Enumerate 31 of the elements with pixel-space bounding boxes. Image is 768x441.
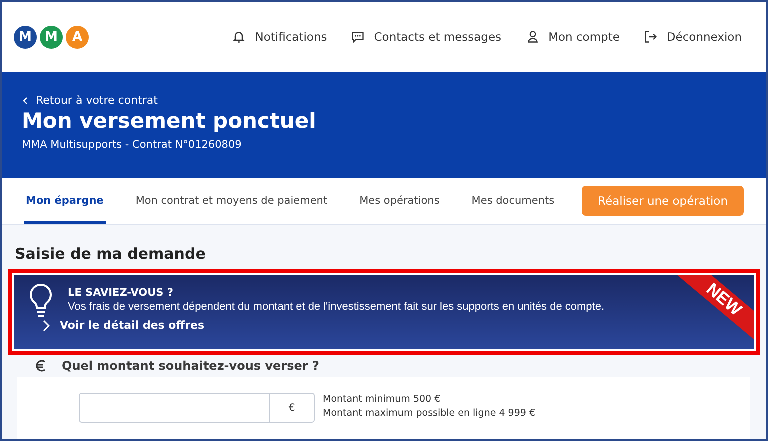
chevron-left-icon [22,96,28,104]
offers-link[interactable]: Voir le détail des offres [42,319,205,332]
back-link[interactable]: Retour à votre contrat [22,94,158,107]
currency-label: € [269,394,314,422]
chat-icon [351,30,366,44]
amount-field[interactable]: € [79,393,315,423]
bell-icon [232,30,246,44]
tab[interactable]: Mes opérations [358,178,442,224]
amount-question: Quel montant souhaitez-vous verser ? [62,359,320,373]
logout-icon [644,30,658,44]
logo-circle: M [40,26,63,48]
logo-circle: M [14,26,37,48]
contract-subtitle: MMA Multisupports - Contrat N°01260809 [22,139,243,151]
tip-title: LE SAVIEZ-VOUS ? [68,287,174,299]
tab[interactable]: Mon contrat et moyens de paiement [134,178,330,224]
amount-hint: Montant maximum possible en ligne 4 999 € [323,407,536,421]
logo-circle: A [66,26,89,48]
lightbulb-icon [28,283,54,319]
nav-link[interactable]: Notifications [232,30,328,44]
section-title: Saisie de ma demande [15,245,207,263]
amount-hint: Montant minimum 500 € [323,393,442,407]
nav-link[interactable]: Mon compte [526,30,620,44]
chevron-right-icon [42,320,50,332]
nav-link[interactable]: Contacts et messages [351,30,502,44]
tab[interactable]: Mon épargne [24,178,106,224]
tip-text: Vos frais de versement dépendent du montant et de l'investissement fait sur les supports en unités de compte. [68,301,605,313]
tab[interactable]: Mes documents [470,178,557,224]
nav-link[interactable]: Déconnexion [644,30,742,44]
user-icon [526,30,540,44]
euro-icon [34,359,48,373]
page-title: Mon versement ponctuel [22,109,318,133]
